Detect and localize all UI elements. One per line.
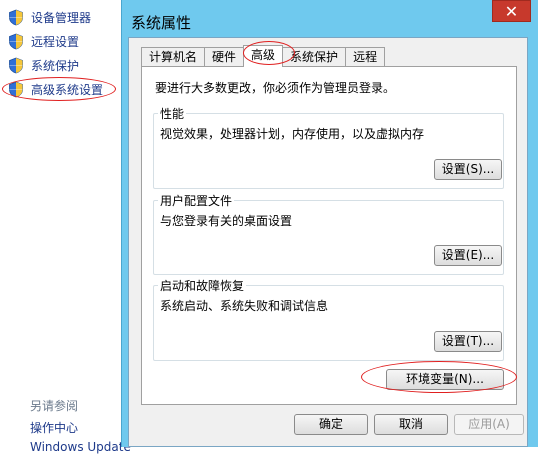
tab-hardware[interactable]: 硬件 (204, 47, 245, 67)
user-profiles-settings-button[interactable]: 设置(E)... (434, 245, 502, 266)
sidebar-item-advanced-system-settings[interactable]: 高级系统设置 (8, 79, 103, 99)
startup-recovery-settings-button[interactable]: 设置(T)... (434, 331, 502, 352)
group-title: 启动和故障恢复 (158, 277, 247, 294)
shield-icon (9, 33, 23, 49)
windows-update-link[interactable]: Windows Update (30, 440, 131, 454)
tab-computer-name[interactable]: 计算机名 (141, 47, 206, 67)
dialog-body: 计算机名 硬件 高级 系统保护 远程 要进行大多数更改，你必须作为管理员登录。 … (128, 37, 528, 447)
close-button[interactable]: ✕ (492, 0, 531, 22)
close-icon: ✕ (504, 2, 519, 21)
control-panel-left-pane: 设备管理器 远程设置 系统保护 高级系统设置 另请参阅 操作中心 Windows… (0, 0, 131, 454)
sidebar-item-label: 远程设置 (31, 34, 80, 49)
dialog-title: 系统属性 (131, 14, 192, 32)
admin-note: 要进行大多数更改，你必须作为管理员登录。 (155, 81, 396, 95)
group-description: 系统启动、系统失败和调试信息 (160, 299, 329, 313)
user-profiles-group: 用户配置文件 与您登录有关的桌面设置 设置(E)... (153, 192, 504, 275)
sidebar-item-device-manager[interactable]: 设备管理器 (8, 7, 91, 27)
performance-group: 性能 视觉效果，处理器计划，内存使用，以及虚拟内存 设置(S)... (153, 105, 504, 189)
tab-system-protection[interactable]: 系统保护 (282, 47, 347, 67)
sidebar-item-remote-settings[interactable]: 远程设置 (8, 31, 79, 51)
tab-remote[interactable]: 远程 (345, 47, 386, 67)
shield-icon (9, 81, 23, 97)
sidebar-item-label: 设备管理器 (31, 10, 92, 25)
ok-button[interactable]: 确定 (294, 414, 368, 435)
tab-advanced[interactable]: 高级 (243, 45, 284, 67)
advanced-tab-panel: 要进行大多数更改，你必须作为管理员登录。 性能 视觉效果，处理器计划，内存使用，… (141, 66, 517, 405)
shield-icon (9, 9, 23, 25)
startup-recovery-group: 启动和故障恢复 系统启动、系统失败和调试信息 设置(T)... (153, 277, 504, 361)
group-description: 与您登录有关的桌面设置 (160, 214, 293, 228)
tab-strip: 计算机名 硬件 高级 系统保护 远程 (141, 45, 386, 67)
sidebar-item-system-protection[interactable]: 系统保护 (8, 55, 79, 75)
group-title: 性能 (158, 105, 187, 122)
shield-icon (9, 57, 23, 73)
sidebar-item-label: 系统保护 (31, 58, 80, 73)
see-also-heading: 另请参阅 (30, 399, 79, 413)
apply-button[interactable]: 应用(A) (454, 414, 524, 435)
cancel-button[interactable]: 取消 (374, 414, 448, 435)
performance-settings-button[interactable]: 设置(S)... (434, 159, 502, 180)
sidebar-item-label: 高级系统设置 (31, 82, 104, 97)
group-title: 用户配置文件 (158, 192, 235, 209)
environment-variables-button[interactable]: 环境变量(N)... (386, 369, 504, 390)
system-properties-dialog: 系统属性 ✕ 计算机名 硬件 高级 系统保护 远程 要进行大多数更改，你必须作为… (121, 0, 538, 447)
action-center-link[interactable]: 操作中心 (30, 419, 78, 436)
group-description: 视觉效果，处理器计划，内存使用，以及虚拟内存 (160, 127, 425, 141)
